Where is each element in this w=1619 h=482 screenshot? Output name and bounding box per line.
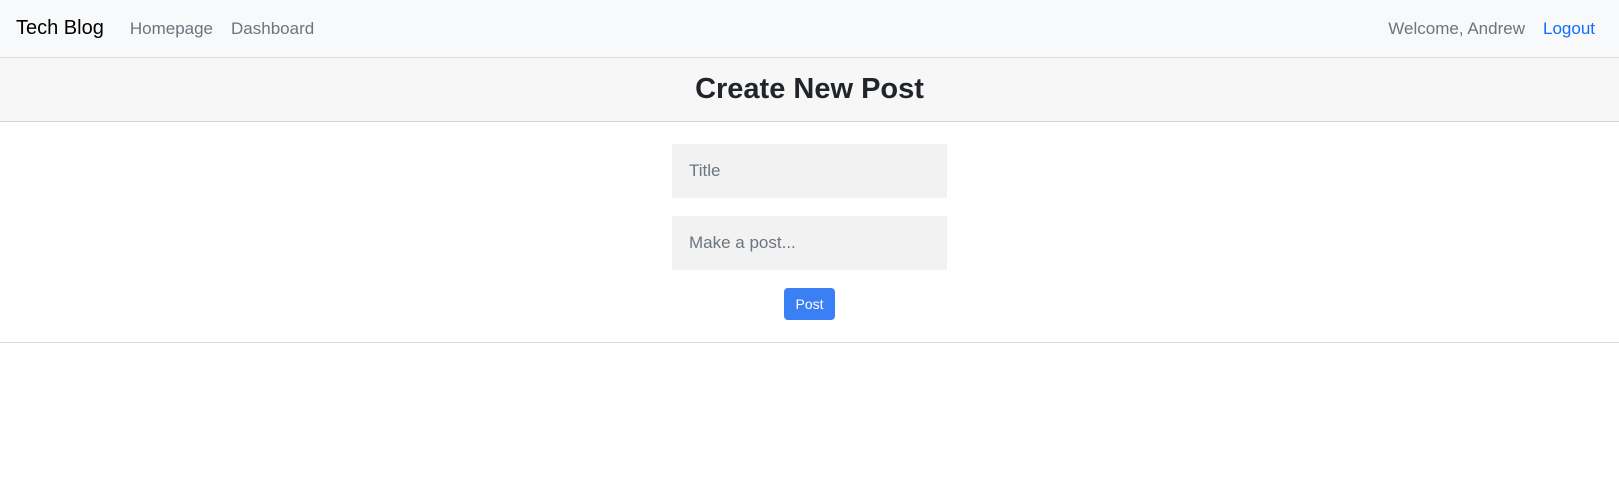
title-input[interactable] [672,144,947,198]
create-post-card: Create New Post Post [0,58,1619,343]
post-body-input[interactable] [672,216,947,270]
nav-left: Tech Blog Homepage Dashboard [16,17,332,40]
logout-link[interactable]: Logout [1543,19,1595,39]
navbar: Tech Blog Homepage Dashboard Welcome, An… [0,0,1619,58]
page-title: Create New Post [695,73,924,105]
welcome-text: Welcome, Andrew [1388,18,1525,38]
nav-link-homepage[interactable]: Homepage [130,19,213,39]
brand-link[interactable]: Tech Blog [16,17,104,40]
post-button[interactable]: Post [784,288,835,320]
nav-right: Welcome, Andrew Logout [1388,19,1595,39]
create-post-form: Post [0,122,1619,342]
card-header: Create New Post [0,58,1619,122]
nav-link-dashboard[interactable]: Dashboard [231,19,314,39]
